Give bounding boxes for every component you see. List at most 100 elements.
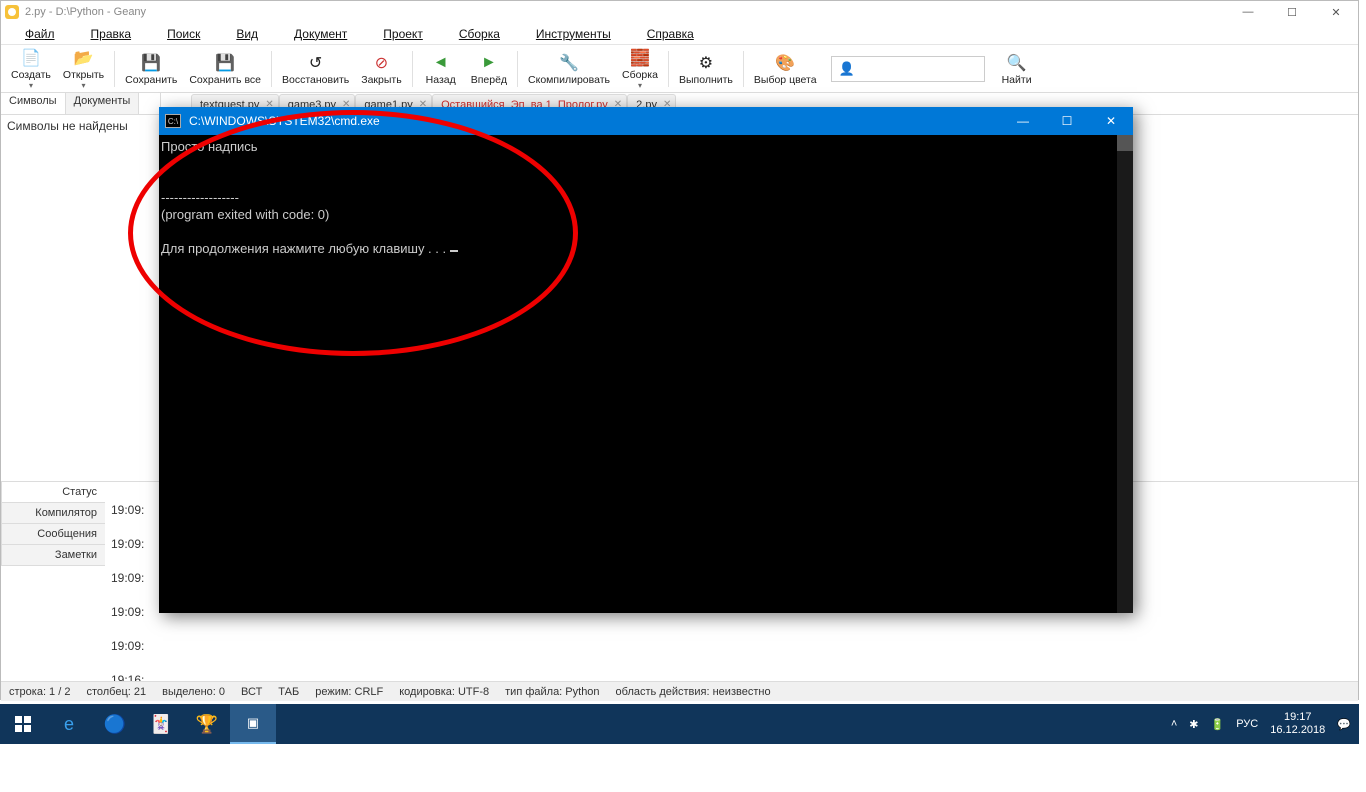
battery-icon[interactable]: 🔋 <box>1211 718 1225 731</box>
toolbar-restore[interactable]: ↺Восстановить <box>276 47 355 91</box>
geany-title-text: 2.py - D:\Python - Geany <box>25 6 146 18</box>
toolbar-separator <box>114 51 115 87</box>
toolbar-find[interactable]: 🔍Найти <box>993 47 1041 91</box>
status-scope: область действия: неизвестно <box>616 686 771 698</box>
bottom-tab-status[interactable]: Статус <box>1 481 105 503</box>
geany-window-buttons: — ☐ ✕ <box>1226 1 1358 23</box>
edge-icon: e <box>64 714 74 735</box>
menu-view[interactable]: Вид <box>236 27 276 41</box>
bottom-tab-messages[interactable]: Сообщения <box>1 523 105 545</box>
new-file-icon: 📄 <box>20 47 42 69</box>
language-indicator[interactable]: РУС <box>1236 718 1258 730</box>
toolbar-separator <box>743 51 744 87</box>
notifications-icon[interactable]: 💬 <box>1337 718 1351 731</box>
menubar: Файл Правка Поиск Вид Документ Проект Сб… <box>1 23 1358 45</box>
toolbar-separator <box>271 51 272 87</box>
status-tab: ТАБ <box>278 686 299 698</box>
cmd-titlebar[interactable]: C:\ C:\WINDOWS\SYSTEM32\cmd.exe — ☐ ✕ <box>159 107 1133 135</box>
scrollbar-thumb[interactable] <box>1117 135 1133 151</box>
toolbar-compile[interactable]: 🔧Скомпилировать <box>522 47 616 91</box>
toolbar-separator <box>412 51 413 87</box>
toolbar: 📄Создать 📂Открыть 💾Сохранить 💾Сохранить … <box>1 45 1358 93</box>
cmd-output: Просто надпись ------------------ (progr… <box>159 135 1133 262</box>
compile-icon: 🔧 <box>558 52 580 74</box>
menu-build[interactable]: Сборка <box>459 27 518 41</box>
toolbar-save[interactable]: 💾Сохранить <box>119 47 183 91</box>
open-icon: 📂 <box>73 47 95 69</box>
toolbar-forward[interactable]: ►Вперёд <box>465 47 513 91</box>
toolbar-back[interactable]: ◄Назад <box>417 47 465 91</box>
menu-document[interactable]: Документ <box>294 27 365 41</box>
menu-file[interactable]: Файл <box>25 27 73 41</box>
menu-edit[interactable]: Правка <box>91 27 150 41</box>
symbols-empty-text: Символы не найдены <box>1 115 160 137</box>
forward-icon: ► <box>478 52 500 74</box>
taskbar-geany[interactable]: 🏆 <box>184 704 230 744</box>
cmd-title-text: C:\WINDOWS\SYSTEM32\cmd.exe <box>189 114 380 128</box>
status-insert: ВСТ <box>241 686 262 698</box>
save-icon: 💾 <box>140 52 162 74</box>
toolbar-create[interactable]: 📄Создать <box>5 47 57 91</box>
tray-time: 19:17 <box>1270 711 1325 724</box>
toolbar-separator <box>517 51 518 87</box>
statusbar: строка: 1 / 2 столбец: 21 выделено: 0 ВС… <box>1 681 1358 701</box>
color-icon: 🎨 <box>774 52 796 74</box>
close-button[interactable]: ✕ <box>1314 1 1358 23</box>
menu-search[interactable]: Поиск <box>167 27 218 41</box>
sidebar-tab-symbols[interactable]: Символы <box>1 93 66 114</box>
back-icon: ◄ <box>430 52 452 74</box>
bottom-tab-notes[interactable]: Заметки <box>1 544 105 566</box>
minimize-button[interactable]: — <box>1226 1 1270 23</box>
search-icon: 🔍 <box>1006 52 1028 74</box>
menu-help[interactable]: Справка <box>647 27 712 41</box>
build-icon: 🧱 <box>629 47 651 69</box>
system-tray[interactable]: ˄ ✱ 🔋 РУС 19:17 16.12.2018 💬 <box>1171 711 1359 737</box>
run-icon: ⚙ <box>695 52 717 74</box>
status-mode: режим: CRLF <box>315 686 383 698</box>
status-line: строка: 1 / 2 <box>9 686 70 698</box>
geany-icon <box>5 5 19 19</box>
toolbar-run[interactable]: ⚙Выполнить <box>673 47 739 91</box>
bottom-tab-compiler[interactable]: Компилятор <box>1 502 105 524</box>
search-input[interactable]: 👤 <box>831 56 985 82</box>
toolbar-save-all[interactable]: 💾Сохранить все <box>183 47 267 91</box>
geany-titlebar[interactable]: 2.py - D:\Python - Geany — ☐ ✕ <box>1 1 1358 23</box>
windows-taskbar[interactable]: e 🔵 🃏 🏆 ▣ ˄ ✱ 🔋 РУС 19:17 16.12.2018 💬 <box>0 704 1359 744</box>
chrome-icon: 🔵 <box>104 714 126 735</box>
menu-project[interactable]: Проект <box>383 27 441 41</box>
windows-icon <box>15 716 31 732</box>
sidebar: Символы Документы Символы не найдены <box>1 93 161 481</box>
cmd-window[interactable]: C:\ C:\WINDOWS\SYSTEM32\cmd.exe — ☐ ✕ Пр… <box>159 107 1133 613</box>
tray-chevron-up-icon[interactable]: ˄ <box>1171 718 1177 730</box>
start-button[interactable] <box>0 704 46 744</box>
cmd-close-button[interactable]: ✕ <box>1089 107 1133 135</box>
toolbar-close[interactable]: ⊘Закрыть <box>355 47 407 91</box>
status-col: столбец: 21 <box>86 686 146 698</box>
maximize-button[interactable]: ☐ <box>1270 1 1314 23</box>
save-all-icon: 💾 <box>214 52 236 74</box>
cmd-scrollbar[interactable] <box>1117 135 1133 613</box>
taskbar-chrome[interactable]: 🔵 <box>92 704 138 744</box>
tray-date: 16.12.2018 <box>1270 724 1325 737</box>
menu-tools[interactable]: Инструменты <box>536 27 629 41</box>
cmd-minimize-button[interactable]: — <box>1001 107 1045 135</box>
status-sel: выделено: 0 <box>162 686 225 698</box>
tray-clock[interactable]: 19:17 16.12.2018 <box>1270 711 1325 737</box>
taskbar-edge[interactable]: e <box>46 704 92 744</box>
toolbar-color[interactable]: 🎨Выбор цвета <box>748 47 823 91</box>
taskbar-cmd[interactable]: ▣ <box>230 704 276 744</box>
cards-icon: 🃏 <box>150 714 172 735</box>
cmd-body[interactable]: Просто надпись ------------------ (progr… <box>159 135 1133 613</box>
cmd-taskbar-icon: ▣ <box>247 715 259 731</box>
log-line: 19:09: <box>111 636 1352 656</box>
status-filetype: тип файла: Python <box>505 686 599 698</box>
taskbar-app[interactable]: 🃏 <box>138 704 184 744</box>
geany-taskbar-icon: 🏆 <box>196 714 218 735</box>
toolbar-build[interactable]: 🧱Сборка <box>616 47 664 91</box>
toolbar-open[interactable]: 📂Открыть <box>57 47 110 91</box>
log-line: 19:16: <box>111 670 1352 681</box>
status-encoding: кодировка: UTF-8 <box>399 686 489 698</box>
cmd-maximize-button[interactable]: ☐ <box>1045 107 1089 135</box>
sidebar-tab-documents[interactable]: Документы <box>66 93 140 114</box>
bluetooth-icon[interactable]: ✱ <box>1189 718 1198 731</box>
